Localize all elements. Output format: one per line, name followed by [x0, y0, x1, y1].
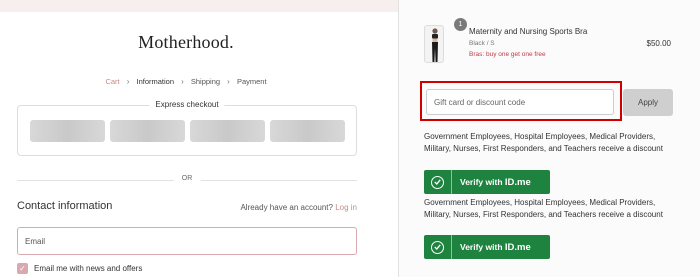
account-prompt-text: Already have an account?	[240, 203, 333, 212]
chevron-right-icon: ›	[181, 77, 184, 86]
contact-heading: Contact information	[17, 200, 113, 212]
newsletter-option: ✓ Email me with news and offers	[17, 262, 142, 274]
express-pay-button-4[interactable]	[270, 120, 345, 142]
product-name: Maternity and Nursing Sports Bra	[469, 27, 588, 36]
idme-offer-text: Government Employees, Hospital Employees…	[424, 132, 663, 153]
verify-prefix: Verify with	[460, 176, 503, 187]
checkmark-icon: ✓	[19, 263, 26, 273]
verify-idme-label: Verify with ID.me	[460, 177, 531, 188]
apply-discount-button[interactable]: Apply	[623, 89, 673, 116]
idme-logo: ID.me	[504, 176, 531, 188]
check-circle-icon	[431, 175, 444, 189]
express-pay-button-1[interactable]	[30, 120, 105, 142]
or-divider: OR	[17, 175, 357, 182]
breadcrumb-cart[interactable]: Cart	[105, 77, 119, 86]
breadcrumb-payment: Payment	[236, 77, 267, 86]
quantity-badge: 1	[454, 18, 467, 31]
breadcrumb-shipping: Shipping	[190, 77, 221, 86]
verify-idme-button[interactable]: Verify with ID.me	[424, 170, 550, 194]
breadcrumb: Cart › Information › Shipping › Payment	[0, 77, 372, 86]
newsletter-checkbox[interactable]: ✓	[17, 262, 28, 274]
check-circle-icon	[431, 240, 444, 254]
email-field-wrapper	[17, 227, 357, 255]
button-separator	[451, 170, 452, 194]
product-variant: Black / S	[469, 40, 495, 47]
express-pay-button-2[interactable]	[110, 120, 185, 142]
newsletter-label: Email me with news and offers	[34, 263, 143, 273]
login-link[interactable]: Log in	[335, 203, 357, 212]
checkout-main-panel: Motherhood. Cart › Information › Shippin…	[0, 12, 398, 277]
idme-offer-text: Government Employees, Hospital Employees…	[424, 198, 663, 219]
express-checkout-title: Express checkout	[149, 100, 225, 109]
express-checkout-box: Express checkout	[17, 100, 357, 156]
idme-logo: ID.me	[504, 241, 531, 253]
product-promo: Bras: buy one get one free	[469, 51, 546, 58]
chevron-right-icon: ›	[227, 77, 230, 86]
verify-idme-label: Verify with ID.me	[460, 242, 531, 253]
brand-logo[interactable]: Motherhood.	[0, 32, 372, 53]
verify-prefix: Verify with	[460, 241, 503, 252]
product-price: $50.00	[646, 39, 671, 48]
breadcrumb-information: Information	[136, 77, 175, 86]
product-image	[432, 28, 438, 62]
discount-field-wrapper	[426, 89, 614, 115]
or-divider-text: OR	[173, 175, 201, 182]
express-pay-button-3[interactable]	[190, 120, 265, 142]
verify-idme-button[interactable]: Verify with ID.me	[424, 235, 550, 259]
account-prompt: Already have an account? Log in	[240, 203, 357, 212]
email-field[interactable]	[18, 228, 356, 254]
product-thumbnail	[424, 25, 444, 63]
button-separator	[451, 235, 452, 259]
discount-code-input[interactable]	[427, 90, 613, 114]
chevron-right-icon: ›	[126, 77, 130, 86]
order-summary-panel: 1 Maternity and Nursing Sports Bra Black…	[398, 0, 700, 277]
